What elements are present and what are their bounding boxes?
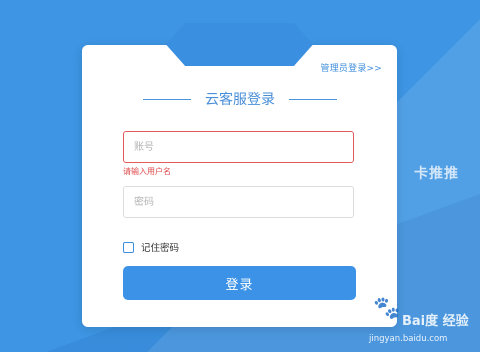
page-title: 云客服登录 — [205, 92, 275, 108]
title-divider-right — [289, 98, 337, 100]
remember-password[interactable]: 记住密码 — [123, 240, 179, 254]
checkbox-icon[interactable] — [123, 241, 134, 253]
login-button[interactable]: 登录 — [123, 266, 356, 300]
login-card: 管理员登录>> 云客服登录 请输入用户名 记住密码 登录 — [82, 45, 397, 327]
watermark-side-text: 卡推推 — [414, 166, 459, 182]
account-input[interactable] — [123, 131, 354, 163]
watermark-url: jingyan.baidu.com — [369, 334, 448, 344]
paw-icon: 🐾 — [373, 296, 401, 321]
title-divider-left — [143, 98, 191, 100]
remember-password-label: 记住密码 — [141, 243, 180, 254]
admin-login-link[interactable]: 管理员登录>> — [321, 61, 382, 74]
watermark-brand: Bai度 经验 — [402, 314, 469, 329]
password-input[interactable] — [123, 186, 354, 218]
header-hexagon-decoration — [166, 23, 313, 66]
title-row: 云客服登录 — [140, 89, 340, 109]
account-error-message: 请输入用户名 — [123, 167, 171, 176]
